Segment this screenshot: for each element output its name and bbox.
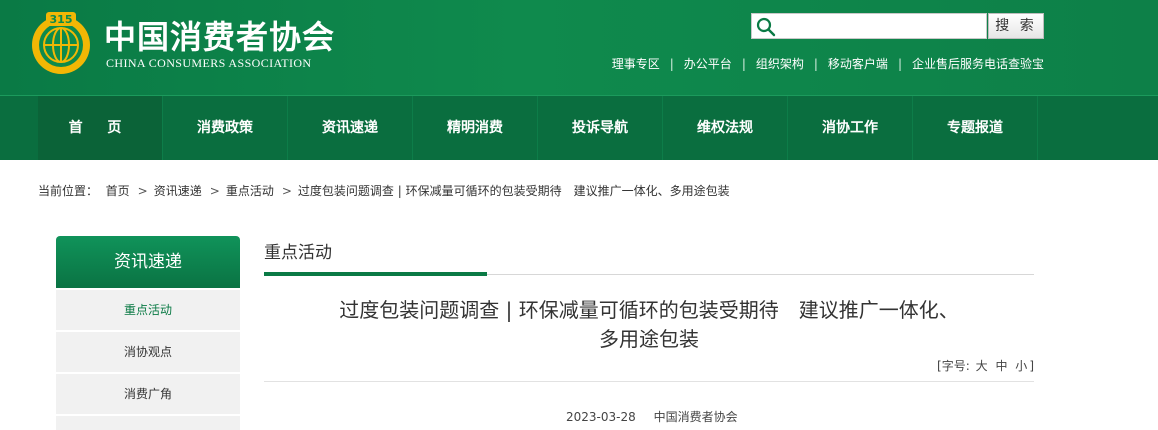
sidebar-item-key-activities[interactable]: 重点活动 bbox=[56, 290, 240, 330]
top-link-office[interactable]: 办公平台 bbox=[684, 57, 732, 71]
breadcrumb: 当前位置： 首页 > 资讯速递 > 重点活动 > 过度包装问题调查 | 环保减量可循环的包装… bbox=[38, 182, 730, 199]
breadcrumb-arrow-icon: > bbox=[281, 184, 292, 198]
breadcrumb-arrow-icon: > bbox=[137, 184, 148, 198]
top-links: 理事专区 | 办公平台 | 组织架构 | 移动客户端 | 企业售后服务电话查验宝 bbox=[612, 55, 1044, 72]
nav-item-label: 精明消费 bbox=[447, 120, 503, 136]
top-link-mobile[interactable]: 移动客户端 bbox=[828, 57, 888, 71]
article-title: 过度包装问题调查 | 环保减量可循环的包装受期待 建议推广一体化、 多用途包装 bbox=[264, 296, 1034, 354]
sidebar-title: 资讯速递 bbox=[56, 236, 240, 288]
search-button[interactable]: 搜 索 bbox=[988, 13, 1044, 39]
site-logo-english: CHINA CONSUMERS ASSOCIATION bbox=[106, 56, 312, 70]
search-box bbox=[751, 13, 987, 39]
emblem-315-text: 315 bbox=[50, 13, 73, 26]
link-separator: | bbox=[669, 57, 674, 71]
nav-item-policy[interactable]: 消费政策 bbox=[163, 96, 288, 160]
nav-item-label: 消费政策 bbox=[197, 120, 253, 136]
nav-item-regulations[interactable]: 维权法规 bbox=[663, 96, 788, 160]
link-separator: | bbox=[897, 57, 902, 71]
breadcrumb-prefix: 当前位置： bbox=[38, 184, 99, 198]
sidebar-item-association-views[interactable]: 消协观点 bbox=[56, 332, 240, 372]
nav-item-association-work[interactable]: 消协工作 bbox=[788, 96, 913, 160]
article-date: 2023-03-28 bbox=[566, 410, 636, 424]
font-size-controls: [字号: 大 中 小] bbox=[937, 357, 1034, 374]
article-divider bbox=[264, 381, 1034, 382]
nav-item-label: 消协工作 bbox=[822, 120, 878, 136]
font-size-medium-button[interactable]: 中 bbox=[995, 359, 1007, 373]
nav-item-special-report[interactable]: 专题报道 bbox=[913, 96, 1038, 160]
nav-item-smart-consumption[interactable]: 精明消费 bbox=[413, 96, 538, 160]
breadcrumb-home[interactable]: 首页 bbox=[106, 184, 130, 198]
breadcrumb-article[interactable]: 过度包装问题调查 | 环保减量可循环的包装受期待 建议推广一体化、多用途包装 bbox=[298, 184, 730, 198]
article-meta: 2023-03-28 中国消费者协会 bbox=[566, 408, 738, 425]
link-separator: | bbox=[813, 57, 818, 71]
main-nav: 首 页 消费政策 资讯速递 精明消费 投诉导航 维权法规 消协工作 专题报道 bbox=[0, 96, 1158, 160]
site-header: 315 中国消费者协会 CHINA CONSUMERS ASSOCIATION … bbox=[0, 0, 1158, 96]
search-icon bbox=[756, 17, 776, 37]
breadcrumb-key-activities[interactable]: 重点活动 bbox=[226, 184, 274, 198]
font-size-small-button[interactable]: 小 bbox=[1015, 359, 1027, 373]
link-separator: | bbox=[741, 57, 746, 71]
breadcrumb-news[interactable]: 资讯速递 bbox=[154, 184, 202, 198]
font-size-suffix: ] bbox=[1029, 359, 1034, 373]
sidebar: 资讯速递 重点活动 消协观点 消费广角 bbox=[56, 236, 240, 430]
font-size-large-button[interactable]: 大 bbox=[976, 359, 988, 373]
nav-item-label: 资讯速递 bbox=[322, 120, 378, 136]
nav-item-label: 首 页 bbox=[68, 120, 132, 136]
nav-item-news[interactable]: 资讯速递 bbox=[288, 96, 413, 160]
nav-item-label: 维权法规 bbox=[697, 120, 753, 136]
top-link-council[interactable]: 理事专区 bbox=[612, 57, 660, 71]
section-underline bbox=[264, 272, 487, 276]
nav-item-label: 投诉导航 bbox=[572, 120, 628, 136]
cca-emblem-icon[interactable]: 315 bbox=[28, 9, 94, 75]
nav-item-label: 专题报道 bbox=[947, 120, 1003, 136]
article-title-line1: 过度包装问题调查 | 环保减量可循环的包装受期待 建议推广一体化、 bbox=[339, 298, 959, 322]
top-link-organization[interactable]: 组织架构 bbox=[756, 57, 804, 71]
site-logo-chinese[interactable]: 中国消费者协会 bbox=[104, 12, 335, 58]
font-size-prefix: [字号: bbox=[937, 359, 970, 373]
article-source: 中国消费者协会 bbox=[653, 410, 738, 424]
search-input[interactable] bbox=[780, 16, 984, 38]
section-header: 重点活动 bbox=[264, 236, 1034, 276]
nav-item-complaint[interactable]: 投诉导航 bbox=[538, 96, 663, 160]
nav-item-home[interactable]: 首 页 bbox=[38, 96, 163, 160]
section-label: 重点活动 bbox=[264, 243, 332, 263]
sidebar-item-consumer-wide-angle[interactable]: 消费广角 bbox=[56, 374, 240, 414]
article-title-line2: 多用途包装 bbox=[599, 327, 699, 351]
sidebar-item-partial[interactable] bbox=[56, 416, 240, 430]
breadcrumb-arrow-icon: > bbox=[209, 184, 220, 198]
top-link-service-check[interactable]: 企业售后服务电话查验宝 bbox=[912, 57, 1044, 71]
